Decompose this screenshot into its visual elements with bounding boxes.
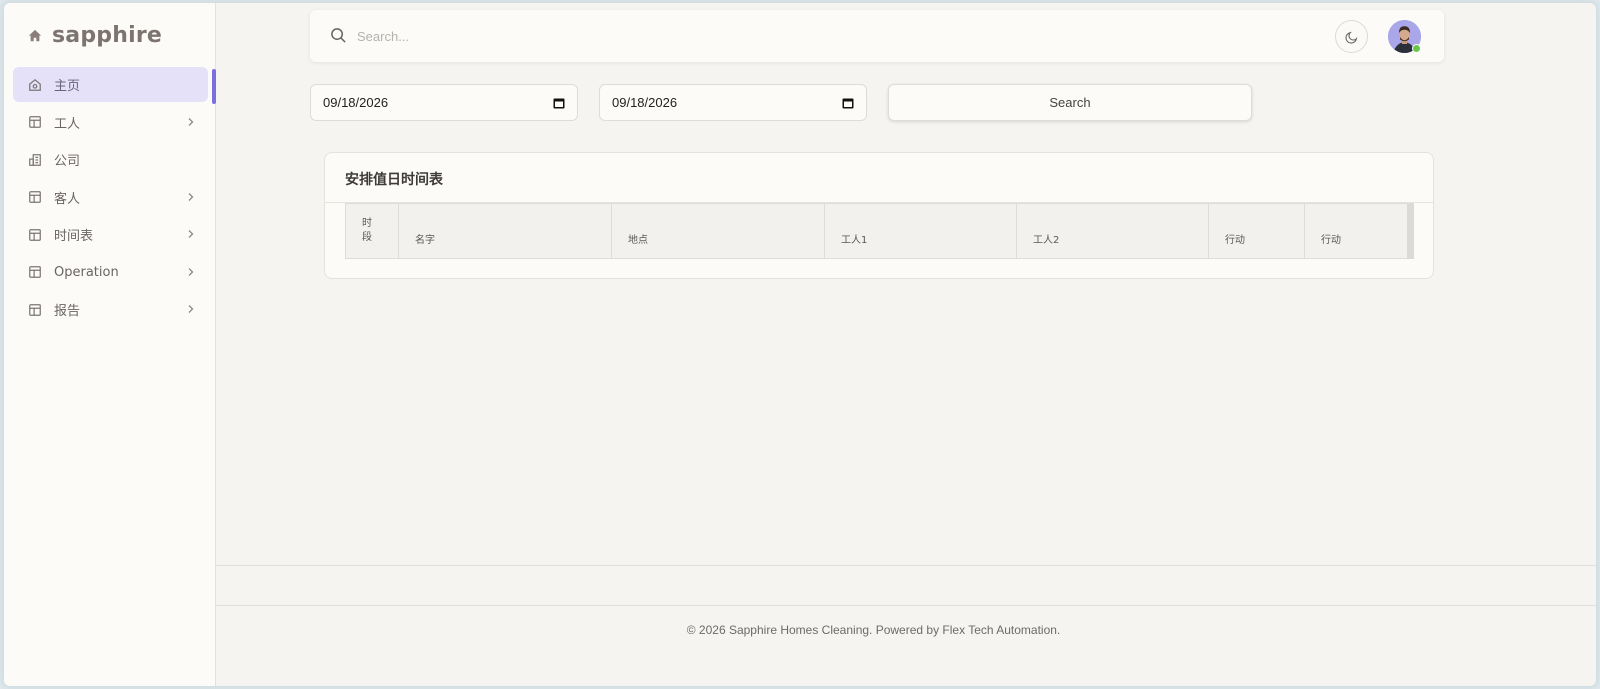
theme-toggle-button[interactable] [1335,20,1368,53]
start-date-value: 09/18/2026 [323,95,389,110]
chevron-right-icon [188,305,194,313]
divider [216,565,1596,566]
online-status-dot [1412,44,1421,53]
sidebar-menu: 主页 工人 公司 客人 时间表 Operation 报告 [13,67,208,330]
moon-icon [1344,31,1357,44]
top-navbar [310,10,1444,62]
footer-copyright: © 2026 Sapphire Homes Cleaning. Powered … [686,623,1061,637]
layout-icon [29,303,41,316]
building-icon [29,153,41,166]
sidebar-item-label: 公司 [54,154,81,169]
sidebar-item-guests[interactable]: 客人 [13,180,208,215]
home-outline-icon [29,78,41,91]
sidebar-item-label: 时间表 [54,229,94,244]
table-scrollbar[interactable] [1407,203,1414,259]
column-header-name[interactable]: 名字 [398,203,612,259]
active-indicator [212,69,216,104]
schedule-table: 时 段 名字 地点 工人1 工人2 行动 行动 [345,203,1408,259]
app-window: sapphire 主页 工人 公司 客人 时间表 Operation 报告 Se… [4,3,1596,686]
chevron-right-icon [188,267,194,276]
layout-icon [29,116,41,128]
divider [216,605,1596,606]
table-header-row: 时 段 名字 地点 工人1 工人2 行动 行动 [345,203,1408,259]
sidebar-item-company[interactable]: 公司 [13,142,208,177]
column-header-location[interactable]: 地点 [611,203,825,259]
column-header-worker1[interactable]: 工人1 [824,203,1017,259]
end-date-value: 09/18/2026 [612,95,678,110]
calendar-icon[interactable] [842,97,854,109]
sidebar-item-workers[interactable]: 工人 [13,105,208,140]
column-header-action[interactable]: 行动 [1208,203,1305,259]
sidebar-item-reports[interactable]: 报告 [13,292,208,327]
sidebar-item-home[interactable]: 主页 [13,67,208,102]
end-date-input[interactable]: 09/18/2026 [599,84,867,121]
schedule-card: 安排值日时间表 时 段 名字 地点 工人1 工人2 行动 行动 [324,152,1434,279]
search-icon [331,28,346,43]
sidebar-item-label: 工人 [54,116,81,132]
column-header-worker2[interactable]: 工人2 [1016,203,1209,259]
column-header-action[interactable]: 行动 [1304,203,1408,259]
calendar-icon[interactable] [553,97,565,109]
sidebar: sapphire 主页 工人 公司 客人 时间表 Operation 报告 [4,3,216,686]
brand[interactable]: sapphire [28,23,162,48]
search-button[interactable]: Search [888,84,1252,121]
sidebar-item-label: 报告 [54,304,81,319]
layout-icon [29,191,41,203]
brand-name: sapphire [52,23,163,48]
chevron-right-icon [188,117,194,126]
sidebar-item-label: 主页 [54,79,81,94]
chevron-right-icon [188,230,194,238]
sidebar-item-label: Operation [54,264,119,280]
sidebar-item-schedule[interactable]: 时间表 [13,217,208,252]
sidebar-item-operation[interactable]: Operation [13,255,208,290]
sidebar-item-label: 客人 [54,191,81,207]
schedule-table-wrapper[interactable]: 时 段 名字 地点 工人1 工人2 行动 行动 [345,203,1415,260]
column-header-period[interactable]: 时 段 [345,203,399,259]
card-title: 安排值日时间表 [345,172,443,188]
home-icon [28,29,42,41]
layout-icon [29,266,41,278]
chevron-right-icon [188,192,194,201]
start-date-input[interactable]: 09/18/2026 [310,84,578,121]
layout-icon [29,228,41,241]
search-input[interactable] [357,24,1257,48]
